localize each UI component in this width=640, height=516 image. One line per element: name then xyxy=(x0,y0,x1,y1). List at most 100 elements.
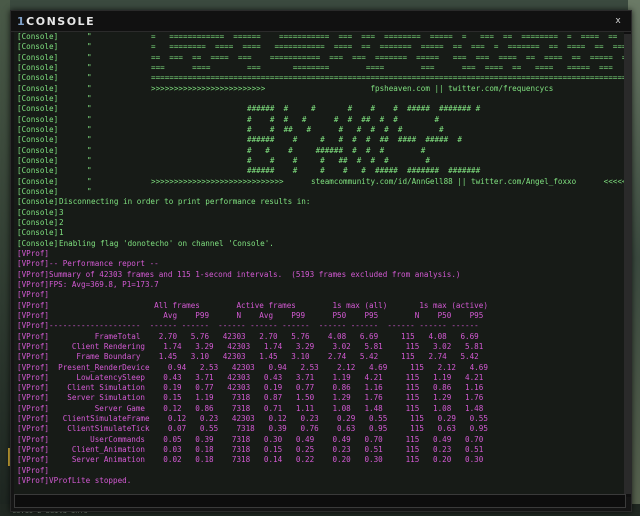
line-source-tag: [Console] xyxy=(17,145,59,155)
vprof-line: [VProf] Client_Animation 0.03 0.18 7318 … xyxy=(14,445,624,455)
console-window: 1CONSOLE x [Console] " = ============ ===… xyxy=(10,10,632,514)
line-source-tag: [VProf] xyxy=(17,300,50,310)
console-line: [Console] Disconnecting in order to print… xyxy=(14,197,624,207)
console-line: [Console] " xyxy=(14,187,624,197)
console-input-row xyxy=(14,494,626,514)
line-source-tag: [VProf] xyxy=(17,434,50,444)
line-source-tag: [VProf] xyxy=(17,269,50,279)
console-line: [Console] " >>>>>>>>>>>>>>>>>>>>>>>>>>>>>… xyxy=(14,177,624,187)
line-message: " = ======== ==== ==== =========== ==== … xyxy=(87,42,624,52)
console-line: [Console] 3 xyxy=(14,208,624,218)
line-source-tag: [VProf] xyxy=(17,352,50,362)
line-message: Disconnecting in order to print performa… xyxy=(59,197,311,207)
console-scrollbar[interactable] xyxy=(624,32,631,497)
console-line: [Console] " = ======== ==== ==== ========… xyxy=(14,42,624,52)
line-source-tag: [VProf] xyxy=(17,403,50,413)
vprof-line: [VProf] Summary of 42303 frames and 115 1… xyxy=(14,270,624,280)
console-title: 1CONSOLE xyxy=(17,15,95,28)
line-message: VProfLite stopped. xyxy=(49,476,132,486)
line-message: Server Game 0.12 0.86 7318 0.71 1.11 1.0… xyxy=(49,403,484,413)
line-source-tag: [Console] xyxy=(17,217,59,227)
line-source-tag: [VProf] xyxy=(17,321,50,331)
line-message: Client_Animation 0.03 0.18 7318 0.15 0.2… xyxy=(49,445,484,455)
line-message: " ======================================… xyxy=(87,73,624,83)
console-line: [Console] " # # # ###### # # # # xyxy=(14,146,624,156)
line-source-tag: [Console] xyxy=(17,155,59,165)
console-command-input[interactable] xyxy=(15,501,625,514)
console-line: [Console] " === ==== === ======== ==== ==… xyxy=(14,63,624,73)
vprof-line: [VProf] ClientSimulateFrame 0.12 0.23 42… xyxy=(14,414,624,424)
vprof-line: [VProf] Client Rendering 1.74 3.29 42303… xyxy=(14,342,624,352)
line-message: " ###### # # # # ##### ####### ####### xyxy=(87,166,481,176)
line-message: " # # # # # # ## # # # xyxy=(87,114,440,124)
line-source-tag: [Console] xyxy=(17,124,59,134)
line-source-tag: [VProf] xyxy=(17,331,50,341)
line-source-tag: [VProf] xyxy=(17,279,50,289)
line-message: -------------------- ------ ------ -----… xyxy=(49,321,479,331)
vprof-line: [VProf] xyxy=(14,466,624,476)
vprof-line: [VProf] Server Game 0.12 0.86 7318 0.71 … xyxy=(14,404,624,414)
line-message: Client Simulation 0.19 0.77 42303 0.19 0… xyxy=(49,383,484,393)
line-message: " xyxy=(87,93,92,103)
line-message: ClientSimulateFrame 0.12 0.23 42303 0.12… xyxy=(49,414,488,424)
game-background-left xyxy=(0,0,10,516)
line-message: Frame Boundary 1.45 3.10 42303 1.45 3.10… xyxy=(49,352,479,362)
line-message: 2 xyxy=(59,217,64,227)
console-line: [Console] " >>>>>>>>>>>>>>>>>>>>>>>>> fps… xyxy=(14,84,624,94)
vprof-line: [VProf] xyxy=(14,290,624,300)
line-message: FPS: Avg=369.8, P1=173.7 xyxy=(49,279,159,289)
console-line: [Console] " = ============ ====== =======… xyxy=(14,32,624,42)
console-line: [Console] " xyxy=(14,94,624,104)
line-source-tag: [Console] xyxy=(17,104,59,114)
vprof-line: [VProf] VProfLite stopped. xyxy=(14,476,624,486)
line-message: Server Simulation 0.15 1.19 7318 0.87 1.… xyxy=(49,393,484,403)
console-line: [Console] Enabling flag 'donotecho' on ch… xyxy=(14,239,624,249)
close-button[interactable]: x xyxy=(611,14,625,28)
line-source-tag: [VProf] xyxy=(17,383,50,393)
line-message: ClientSimulateTick 0.07 0.55 7318 0.39 0… xyxy=(49,424,488,434)
line-source-tag: [Console] xyxy=(17,73,59,83)
line-source-tag: [VProf] xyxy=(17,465,50,475)
line-source-tag: [Console] xyxy=(17,135,59,145)
line-source-tag: [Console] xyxy=(17,166,59,176)
vprof-line: [VProf] Avg P99 N Avg P99 P50 P95 N P50 … xyxy=(14,311,624,321)
line-source-tag: [VProf] xyxy=(17,393,50,403)
line-source-tag: [Console] xyxy=(17,186,59,196)
line-source-tag: [VProf] xyxy=(17,372,50,382)
console-line: [Console] 1 xyxy=(14,228,624,238)
vprof-line: [VProf] Server Simulation 0.15 1.19 7318… xyxy=(14,393,624,403)
line-source-tag: [VProf] xyxy=(17,414,50,424)
line-source-tag: [Console] xyxy=(17,83,59,93)
line-source-tag: [Console] xyxy=(17,238,59,248)
line-message: UserCommands 0.05 0.39 7318 0.30 0.49 0.… xyxy=(49,434,484,444)
vprof-line: [VProf] -------------------- ------ -----… xyxy=(14,321,624,331)
console-output[interactable]: [Console] " = ============ ====== =======… xyxy=(14,32,624,497)
line-source-tag: [VProf] xyxy=(17,455,50,465)
line-source-tag: [VProf] xyxy=(17,248,50,258)
line-message: " ###### # # # # # ## #### ##### # xyxy=(87,135,462,145)
vprof-line: [VProf] Present_RenderDevice 0.94 2.53 4… xyxy=(14,363,624,373)
console-line: [Console] 2 xyxy=(14,218,624,228)
console-scrollbar-thumb[interactable] xyxy=(624,34,631,494)
line-message: " xyxy=(87,186,92,196)
line-message: Avg P99 N Avg P99 P50 P95 N P50 P95 xyxy=(49,310,484,320)
vprof-line: [VProf] UserCommands 0.05 0.39 7318 0.30… xyxy=(14,435,624,445)
line-message: LowLatencySleep 0.43 3.71 42303 0.43 3.7… xyxy=(49,372,484,382)
line-message: Present_RenderDevice 0.94 2.53 42303 0.9… xyxy=(49,362,488,372)
line-message: " >>>>>>>>>>>>>>>>>>>>>>>>> fpsheaven.co… xyxy=(87,83,554,93)
vprof-line: [VProf] All frames Active frames 1s max … xyxy=(14,301,624,311)
console-titlebar[interactable]: 1CONSOLE x xyxy=(11,11,631,32)
console-title-text: CONSOLE xyxy=(26,15,96,28)
line-source-tag: [Console] xyxy=(17,114,59,124)
line-source-tag: [VProf] xyxy=(17,259,50,269)
line-message: " = ============ ====== =========== === … xyxy=(87,32,624,41)
vprof-line: [VProf] LowLatencySleep 0.43 3.71 42303 … xyxy=(14,373,624,383)
console-line: [Console] " =============================… xyxy=(14,73,624,83)
line-source-tag: [Console] xyxy=(17,207,59,217)
console-line: [Console] " ###### # # # # ##### ####### … xyxy=(14,166,624,176)
line-source-tag: [Console] xyxy=(17,197,59,207)
vprof-line: [VProf] Frame Boundary 1.45 3.10 42303 1… xyxy=(14,352,624,362)
vprof-line: [VProf] -- Performance report -- xyxy=(14,259,624,269)
line-message: " === ==== === ======== ==== === === ===… xyxy=(87,62,613,72)
line-message: FrameTotal 2.70 5.76 42303 2.70 5.76 4.0… xyxy=(49,331,479,341)
